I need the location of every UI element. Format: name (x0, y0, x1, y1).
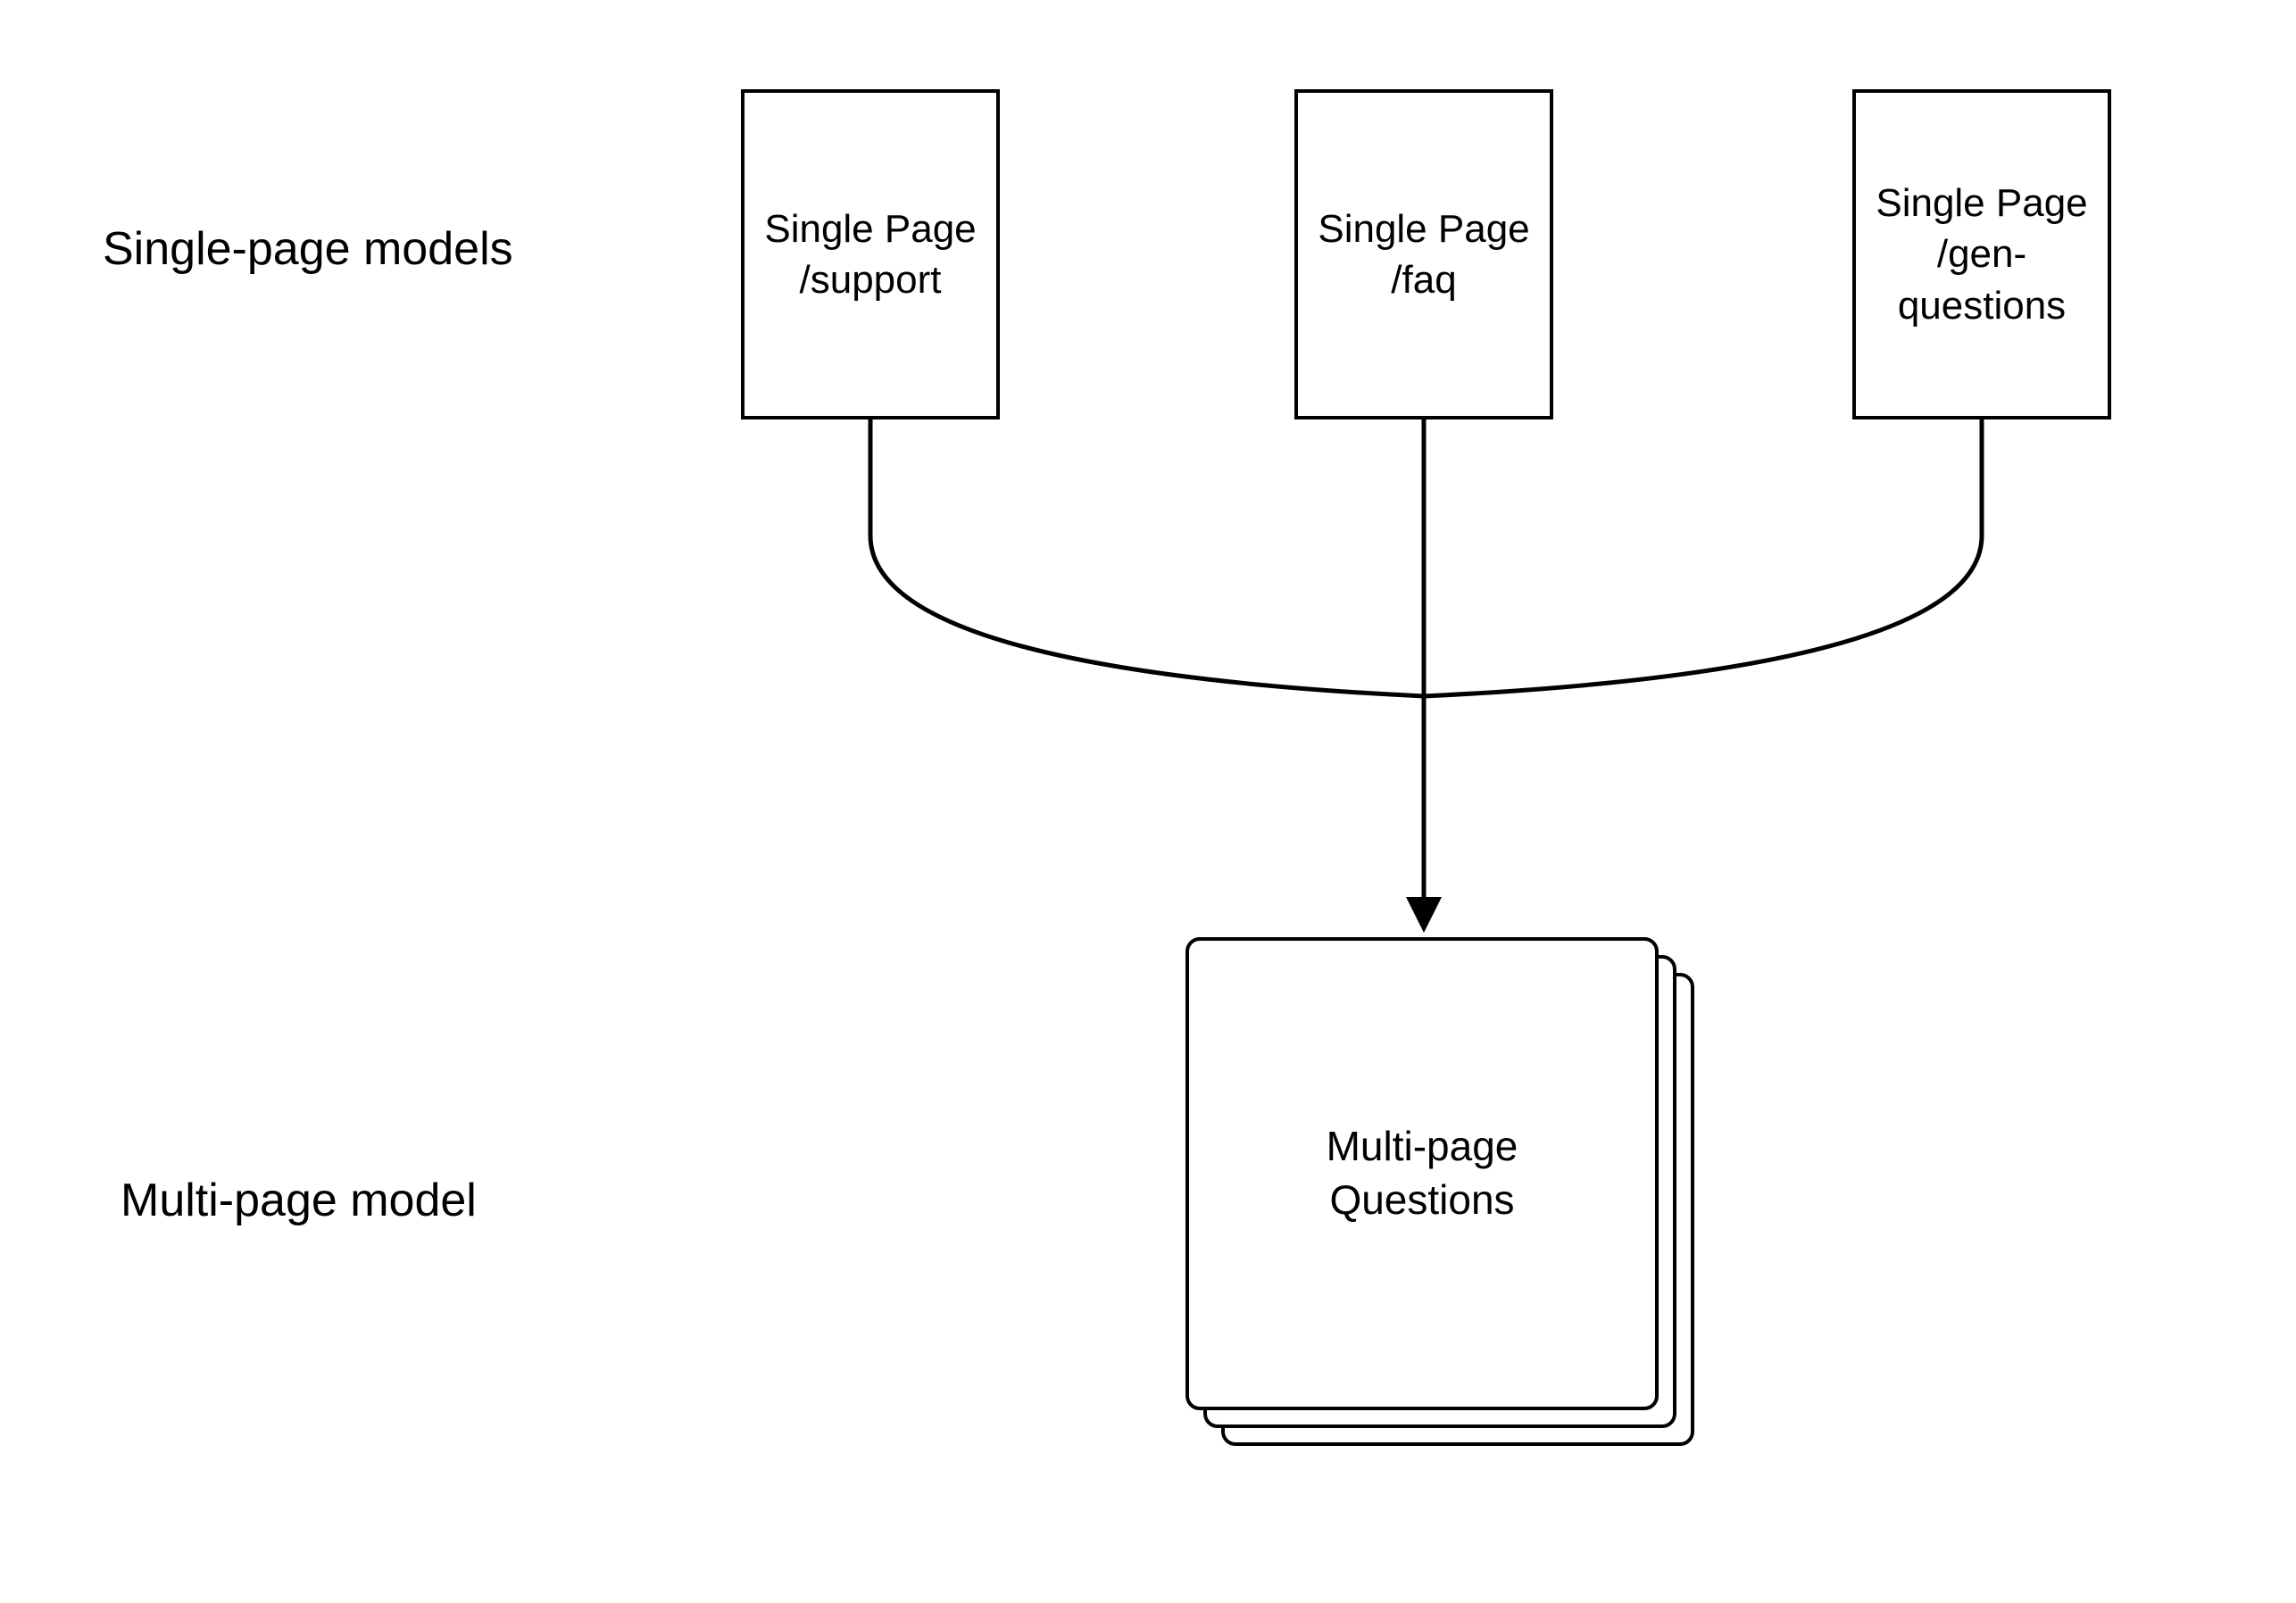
box-faq-line1: Single Page (1318, 203, 1529, 254)
multi-page-model-label: Multi-page model (121, 1171, 477, 1232)
multi-page-line1: Multi-page (1327, 1120, 1518, 1174)
box-support: Single Page /support (741, 89, 1000, 419)
single-page-models-label: Single-page models (103, 220, 513, 280)
box-faq: Single Page /faq (1294, 89, 1553, 419)
multi-page-line2: Questions (1329, 1174, 1514, 1227)
box-faq-line2: /faq (1391, 254, 1456, 305)
multi-page-box: Multi-page Questions (1185, 937, 1659, 1410)
box-genq-line2: /gen-questions (1856, 228, 2108, 330)
box-support-line1: Single Page (764, 203, 976, 254)
box-genq-line1: Single Page (1876, 178, 2087, 228)
box-support-line2: /support (800, 254, 942, 305)
box-genq: Single Page /gen-questions (1852, 89, 2111, 419)
